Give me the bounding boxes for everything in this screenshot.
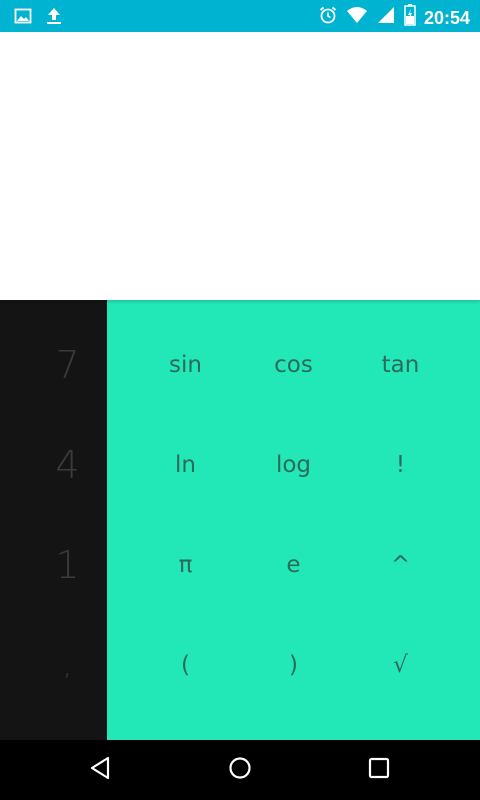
back-icon bbox=[89, 756, 111, 785]
factorial-button[interactable]: ! bbox=[347, 415, 454, 515]
key-7[interactable]: 7 bbox=[0, 315, 107, 415]
key-1[interactable]: 1 bbox=[0, 515, 107, 615]
tan-button[interactable]: tan bbox=[347, 315, 454, 415]
sin-button[interactable]: sin bbox=[132, 315, 239, 415]
log-button[interactable]: log bbox=[240, 415, 347, 515]
key-4[interactable]: 4 bbox=[0, 415, 107, 515]
recents-button[interactable] bbox=[359, 750, 399, 790]
status-right-icons: 20:54 bbox=[318, 4, 470, 31]
status-time: 20:54 bbox=[423, 7, 470, 28]
status-bar: 20:54 bbox=[0, 0, 480, 32]
calculator-display[interactable] bbox=[0, 32, 480, 300]
close-paren-button[interactable]: ) bbox=[240, 615, 347, 715]
back-button[interactable] bbox=[80, 750, 120, 790]
e-button[interactable]: e bbox=[240, 515, 347, 615]
key-decimal-separator[interactable]: , bbox=[0, 615, 107, 715]
number-pad: 7 4 1 , bbox=[0, 300, 107, 740]
navigation-bar bbox=[0, 740, 480, 800]
cos-button[interactable]: cos bbox=[240, 315, 347, 415]
signal-icon bbox=[376, 5, 396, 30]
image-icon bbox=[14, 7, 32, 30]
ln-button[interactable]: ln bbox=[132, 415, 239, 515]
status-left-icons bbox=[14, 6, 64, 31]
recents-icon bbox=[368, 757, 390, 784]
open-paren-button[interactable]: ( bbox=[132, 615, 239, 715]
home-button[interactable] bbox=[220, 750, 260, 790]
upload-icon bbox=[44, 6, 64, 31]
alarm-icon bbox=[318, 5, 338, 30]
sqrt-button[interactable]: √ bbox=[347, 615, 454, 715]
battery-icon bbox=[404, 4, 416, 31]
advanced-panel: sin cos tan ln log ! π e ^ ( ) √ bbox=[107, 300, 480, 740]
home-icon bbox=[228, 756, 252, 785]
wifi-icon bbox=[346, 5, 368, 30]
pi-button[interactable]: π bbox=[132, 515, 239, 615]
power-button[interactable]: ^ bbox=[347, 515, 454, 615]
